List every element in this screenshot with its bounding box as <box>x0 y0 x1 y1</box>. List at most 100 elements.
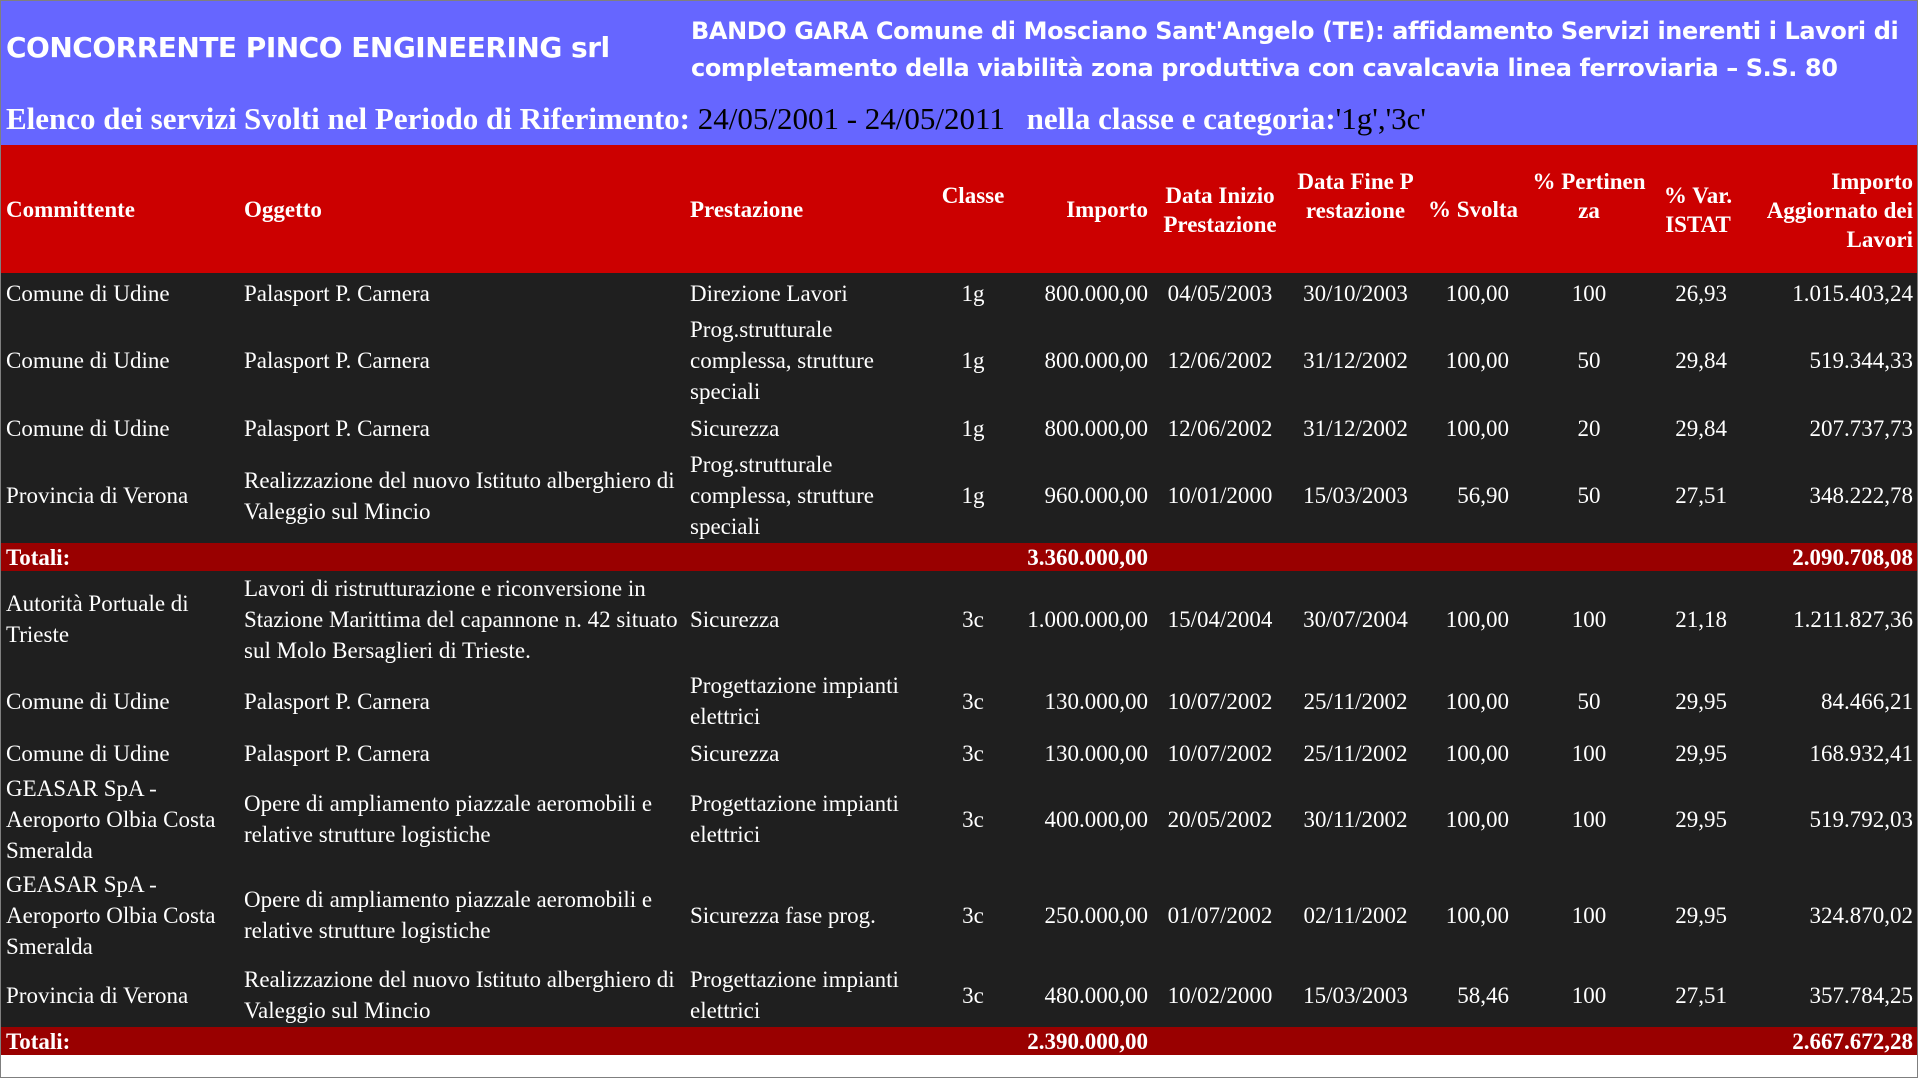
cell-oggetto: Lavori di ristrutturazione e riconversio… <box>244 575 678 663</box>
cell-data-fine: 31/12/2002 <box>1303 348 1408 373</box>
cell-importo-aggiornato: 357.784,25 <box>1809 982 1914 1008</box>
cell-data-inizio: 12/06/2002 <box>1167 348 1273 373</box>
col-prestazione: Prestazione <box>690 197 804 222</box>
cell-importo: 130.000,00 <box>1044 688 1149 714</box>
cell-classe: 3c <box>962 606 984 632</box>
cell-data-inizio: 15/04/2004 <box>1167 606 1273 632</box>
cell-committente: Comune di Udine <box>6 415 170 441</box>
totals-importo-aggiornato: 2.667.672,28 <box>1792 1028 1913 1054</box>
col-classe: Classe <box>941 183 1005 208</box>
cell-data-fine: 02/11/2002 <box>1303 902 1408 928</box>
elenco-label: Elenco dei servizi <box>6 101 237 136</box>
cell-var-istat: 29,84 <box>1675 348 1727 373</box>
cell-var-istat: 29,95 <box>1675 806 1727 832</box>
totals-importo-aggiornato: 2.090.708,08 <box>1792 544 1913 570</box>
column-header-row: Committente Oggetto Prestazione Classe I… <box>1 145 1917 273</box>
cell-oggetto: Opere di ampliamento piazzale aeromobili… <box>244 887 653 943</box>
cell-committente: Provincia di Verona <box>6 982 189 1008</box>
cell-data-inizio: 01/07/2002 <box>1167 902 1273 928</box>
cell-var-istat: 26,93 <box>1675 280 1727 306</box>
bando-title: BANDO GARA Comune di Mosciano Sant'Angel… <box>691 17 1899 82</box>
cell-classe: 1g <box>961 280 985 306</box>
cell-pertinenza: 100 <box>1571 606 1607 632</box>
cell-data-fine: 30/07/2004 <box>1303 606 1408 632</box>
cell-importo-aggiornato: 1.015.403,24 <box>1792 280 1913 306</box>
cell-svolta: 100,00 <box>1445 606 1509 632</box>
cell-svolta: 100,00 <box>1445 806 1509 832</box>
cell-classe: 3c <box>962 806 984 832</box>
cell-oggetto: Palasport P. Carnera <box>244 688 430 714</box>
col-data-inizio: Data Inizio Prestazione <box>1163 183 1277 237</box>
cell-oggetto: Realizzazione del nuovo Istituto albergh… <box>244 967 675 1023</box>
cell-pertinenza: 50 <box>1577 483 1601 508</box>
cell-pertinenza: 20 <box>1577 415 1601 441</box>
cell-committente: Autorità Portuale di Trieste <box>6 591 189 647</box>
table-row: GEASAR SpA -Aeroporto Olbia Costa Smeral… <box>1 867 1917 963</box>
cell-oggetto: Palasport P. Carnera <box>244 348 430 373</box>
totals-importo: 3.360.000,00 <box>1027 544 1148 570</box>
cell-prestazione: Sicurezza fase prog. <box>690 902 876 928</box>
cell-importo: 800.000,00 <box>1044 415 1149 441</box>
table-row: GEASAR SpA -Aeroporto Olbia Costa Smeral… <box>1 771 1917 867</box>
cell-svolta: 100,00 <box>1445 415 1509 441</box>
cell-data-fine: 30/11/2002 <box>1303 806 1408 832</box>
cell-svolta: 100,00 <box>1445 688 1509 714</box>
cell-committente: GEASAR SpA -Aeroporto Olbia Costa Smeral… <box>6 775 216 863</box>
cell-importo: 130.000,00 <box>1044 740 1149 766</box>
cell-classe: 3c <box>962 740 984 766</box>
totals-label: Totali: <box>6 1028 71 1054</box>
cell-prestazione: Prog.strutturale complessa, strutture sp… <box>690 452 874 539</box>
cell-var-istat: 29,84 <box>1675 415 1727 441</box>
cell-var-istat: 29,95 <box>1675 688 1727 714</box>
cell-data-inizio: 10/07/2002 <box>1167 688 1273 714</box>
cell-data-inizio: 10/02/2000 <box>1167 982 1273 1008</box>
cell-classe: 1g <box>961 348 985 373</box>
cell-svolta: 100,00 <box>1445 902 1509 928</box>
cell-importo: 480.000,00 <box>1044 982 1149 1008</box>
cell-oggetto: Palasport P. Carnera <box>244 280 430 306</box>
cell-data-fine: 25/11/2002 <box>1303 688 1408 714</box>
cell-oggetto: Opere di ampliamento piazzale aeromobili… <box>244 791 653 847</box>
cell-pertinenza: 100 <box>1571 280 1607 306</box>
cell-importo: 1.000.000,00 <box>1027 606 1148 632</box>
cell-data-fine: 15/03/2003 <box>1303 483 1408 508</box>
table-row: Comune di Udine Palasport P. Carnera Sic… <box>1 408 1917 448</box>
cell-prestazione: Progettazione impianti elettrici <box>690 673 899 729</box>
cell-data-fine: 31/12/2002 <box>1303 415 1408 441</box>
col-pertinenza: % Pertinenza <box>1532 169 1646 223</box>
cell-prestazione: Progettazione impianti elettrici <box>690 967 899 1023</box>
cell-data-fine: 25/11/2002 <box>1303 740 1408 766</box>
svolti-label: Svolti nel Periodo di Riferimento: <box>244 101 690 136</box>
cell-importo-aggiornato: 324.870,02 <box>1809 902 1914 928</box>
cell-importo: 800.000,00 <box>1044 280 1149 306</box>
cell-data-inizio: 12/06/2002 <box>1167 415 1273 441</box>
col-oggetto: Oggetto <box>244 197 322 222</box>
cell-oggetto: Realizzazione del nuovo Istituto albergh… <box>244 467 675 524</box>
cell-oggetto: Palasport P. Carnera <box>244 740 430 766</box>
concorrente-title: CONCORRENTE PINCO ENGINEERING srl <box>6 31 610 64</box>
cell-committente: Comune di Udine <box>6 740 170 766</box>
cell-importo-aggiornato: 519.344,33 <box>1809 348 1914 373</box>
cell-pertinenza: 50 <box>1577 348 1601 373</box>
cell-pertinenza: 100 <box>1571 902 1607 928</box>
reference-period-line: Elenco dei servizi Svolti nel Periodo di … <box>6 101 1426 137</box>
cell-pertinenza: 100 <box>1571 806 1607 832</box>
cell-committente: Comune di Udine <box>6 688 170 714</box>
cell-importo: 800.000,00 <box>1044 348 1149 373</box>
cell-prestazione: Direzione Lavori <box>690 280 848 306</box>
cell-importo-aggiornato: 348.222,78 <box>1809 483 1914 508</box>
col-data-fine: Data Fine Prestazione <box>1297 169 1414 223</box>
cell-svolta: 58,46 <box>1457 982 1509 1008</box>
totals-label: Totali: <box>6 544 71 570</box>
table-row: Provincia di Verona Realizzazione del nu… <box>1 448 1917 543</box>
cell-prestazione: Sicurezza <box>690 740 780 766</box>
table-row: Comune di Udine Palasport P. Carnera Pro… <box>1 313 1917 408</box>
table-body: Comune di Udine Palasport P. Carnera Dir… <box>1 273 1917 1055</box>
cell-data-fine: 30/10/2003 <box>1303 280 1408 306</box>
cell-pertinenza: 100 <box>1571 740 1607 766</box>
cell-classe: 3c <box>962 982 984 1008</box>
cell-classe: 3c <box>962 902 984 928</box>
cell-importo-aggiornato: 207.737,73 <box>1809 415 1914 441</box>
cell-svolta: 100,00 <box>1445 280 1509 306</box>
col-var-istat: % Var. ISTAT <box>1663 183 1733 237</box>
